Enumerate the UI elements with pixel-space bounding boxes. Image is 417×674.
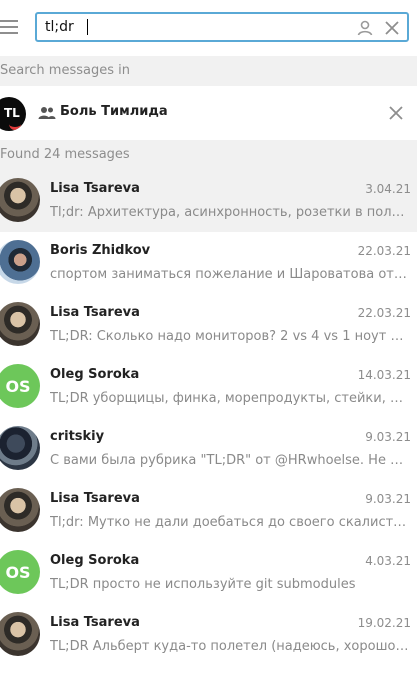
avatar — [0, 302, 40, 346]
message-date: 14.03.21 — [357, 368, 411, 382]
search-input[interactable] — [45, 17, 345, 37]
message-date: 4.03.21 — [365, 554, 411, 568]
search-in-label: Search messages in — [0, 56, 417, 86]
group-icon — [38, 107, 56, 119]
search-result-row[interactable]: Lisa Tsareva 9.03.21 Tl;dr: Мутко не дали … — [0, 480, 417, 542]
avatar — [0, 612, 40, 656]
found-label: Found 24 messages — [0, 140, 417, 170]
message-date: 22.03.21 — [357, 306, 411, 320]
avatar — [0, 426, 40, 470]
search-result-row[interactable]: Lisa Tsareva 22.03.21 TL;DR: Сколько надо … — [0, 294, 417, 356]
avatar: OS — [0, 364, 40, 408]
search-result-row[interactable]: critskiy 9.03.21 С вами была рубрика "TL;D… — [0, 418, 417, 480]
sender-name: Lisa Tsareva — [50, 181, 140, 196]
menu-button[interactable] — [0, 18, 18, 38]
message-snippet: спортом заниматься пожелание и Шароватов… — [50, 267, 410, 282]
message-date: 9.03.21 — [365, 492, 411, 506]
sender-name: Oleg Soroka — [50, 367, 140, 382]
sender-name: Lisa Tsareva — [50, 615, 140, 630]
sender-name: critskiy — [50, 429, 105, 444]
sender-name: Boris Zhidkov — [50, 243, 151, 258]
search-result-row[interactable]: Boris Zhidkov 22.03.21 спортом заниматься … — [0, 232, 417, 294]
search-box[interactable] — [35, 12, 409, 42]
text-cursor — [87, 19, 88, 35]
avatar: OS — [0, 550, 40, 594]
person-icon[interactable] — [356, 19, 374, 37]
search-chat-filter[interactable]: TL Боль Тимлида — [0, 87, 417, 139]
search-result-row[interactable]: Lisa Tsareva 3.04.21 Tl;dr: Архитектура, а… — [0, 170, 417, 232]
chat-name: Боль Тимлида — [60, 104, 168, 119]
search-result-row[interactable]: Lisa Tsareva 19.02.21 TL;DR Альберт куда-т… — [0, 604, 417, 666]
search-result-row[interactable]: OS Oleg Soroka 14.03.21 TL;DR уборщицы, фин… — [0, 356, 417, 418]
message-date: 9.03.21 — [365, 430, 411, 444]
avatar — [0, 488, 40, 532]
close-icon[interactable] — [383, 19, 401, 37]
chat-avatar: TL — [0, 97, 26, 131]
search-result-row[interactable]: OS Oleg Soroka 4.03.21 TL;DR просто не испо… — [0, 542, 417, 604]
top-bar — [0, 0, 417, 56]
message-snippet: Tl;dr: Мутко не дали доебаться до своего… — [50, 515, 410, 530]
message-date: 3.04.21 — [365, 182, 411, 196]
sender-name: Lisa Tsareva — [50, 491, 140, 506]
close-icon[interactable] — [387, 104, 405, 122]
sender-name: Lisa Tsareva — [50, 305, 140, 320]
message-snippet: TL;DR просто не используйте git submodul… — [50, 577, 356, 592]
message-snippet: TL;DR уборщицы, финка, морепродукты, сте… — [50, 391, 410, 406]
message-date: 19.02.21 — [357, 616, 411, 630]
message-date: 22.03.21 — [357, 244, 411, 258]
sender-name: Oleg Soroka — [50, 553, 140, 568]
message-snippet: С вами была рубрика "TL;DR" от @HRwhoels… — [50, 453, 410, 468]
message-snippet: Tl;dr: Архитектура, асинхронность, розет… — [50, 205, 410, 220]
avatar — [0, 178, 40, 222]
message-snippet: TL;DR: Сколько надо мониторов? 2 vs 4 vs… — [50, 329, 410, 344]
message-snippet: TL;DR Альберт куда-то полетел (надеюсь, … — [50, 639, 410, 654]
avatar — [0, 240, 40, 284]
